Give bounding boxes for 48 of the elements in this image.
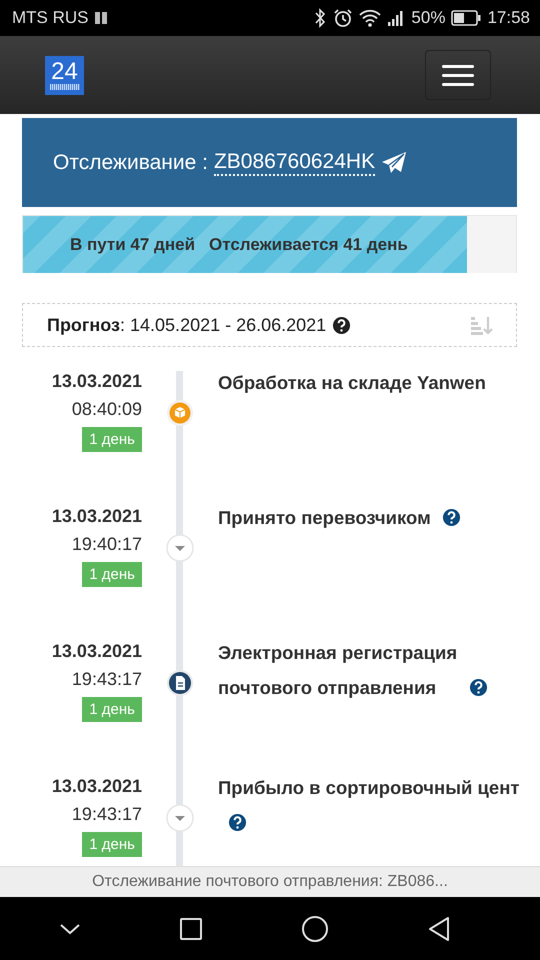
site-logo[interactable]: 24 xyxy=(45,56,84,94)
forecast-text: Прогноз: 14.05.2021 - 26.06.2021 xyxy=(47,314,326,336)
caret-icon xyxy=(166,534,194,562)
bluetooth-icon xyxy=(313,8,328,28)
barcode-icon xyxy=(50,84,80,90)
event-time: 19:43:17 xyxy=(72,804,142,825)
help-icon[interactable] xyxy=(228,813,247,832)
duration-badge: 1 день xyxy=(82,427,142,452)
alarm-icon xyxy=(333,8,354,28)
event-time: 19:40:17 xyxy=(72,534,142,555)
menu-button[interactable] xyxy=(425,50,491,100)
tracked-days: Отслеживается 41 день xyxy=(209,234,408,254)
battery-percent: 50% xyxy=(411,8,446,28)
event-date: 13.03.2021 xyxy=(52,371,142,392)
duration-badge: 1 день xyxy=(82,562,142,587)
page-title-bar: Отслеживание почтового отправления: ZB086... xyxy=(0,866,540,897)
tracking-label: Отслеживание : xyxy=(53,150,208,174)
duration-badge: 1 день xyxy=(82,697,142,722)
back-icon[interactable] xyxy=(427,916,451,942)
paper-plane-icon xyxy=(381,150,408,174)
help-icon[interactable] xyxy=(469,678,488,697)
clock-time: 17:58 xyxy=(487,8,530,28)
battery-icon xyxy=(451,10,482,26)
carrier-name: MTS RUS xyxy=(12,8,88,28)
tracking-number-link[interactable]: ZB086760624HK xyxy=(214,150,376,176)
event-title: Электронная регистрация почтового отправления xyxy=(218,641,458,700)
wifi-icon xyxy=(359,8,382,28)
event-date: 13.03.2021 xyxy=(52,776,142,797)
event-date: 13.03.2021 xyxy=(52,641,142,662)
event-time: 19:43:17 xyxy=(72,669,142,690)
transit-days: В пути 47 дней xyxy=(70,234,196,254)
box-icon xyxy=(166,399,194,427)
help-icon[interactable] xyxy=(332,316,352,334)
duration-badge: 1 день xyxy=(82,832,142,857)
caret-icon xyxy=(166,804,194,832)
document-icon xyxy=(166,669,194,697)
event-date: 13.03.2021 xyxy=(52,506,142,527)
event-title: Обработка на складе Yanwen xyxy=(218,371,487,395)
help-icon[interactable] xyxy=(442,508,461,527)
event-time: 08:40:09 xyxy=(72,399,142,420)
home-icon[interactable] xyxy=(301,914,329,942)
menu-icon xyxy=(442,63,474,87)
event-title: Принято перевозчиком xyxy=(218,506,432,530)
signal-icon xyxy=(387,9,406,27)
event-title: Прибыло в сортировочный цент xyxy=(218,776,520,800)
sim-icon xyxy=(94,11,106,25)
collapse-icon[interactable] xyxy=(59,922,81,936)
recent-apps-icon[interactable] xyxy=(179,916,203,940)
